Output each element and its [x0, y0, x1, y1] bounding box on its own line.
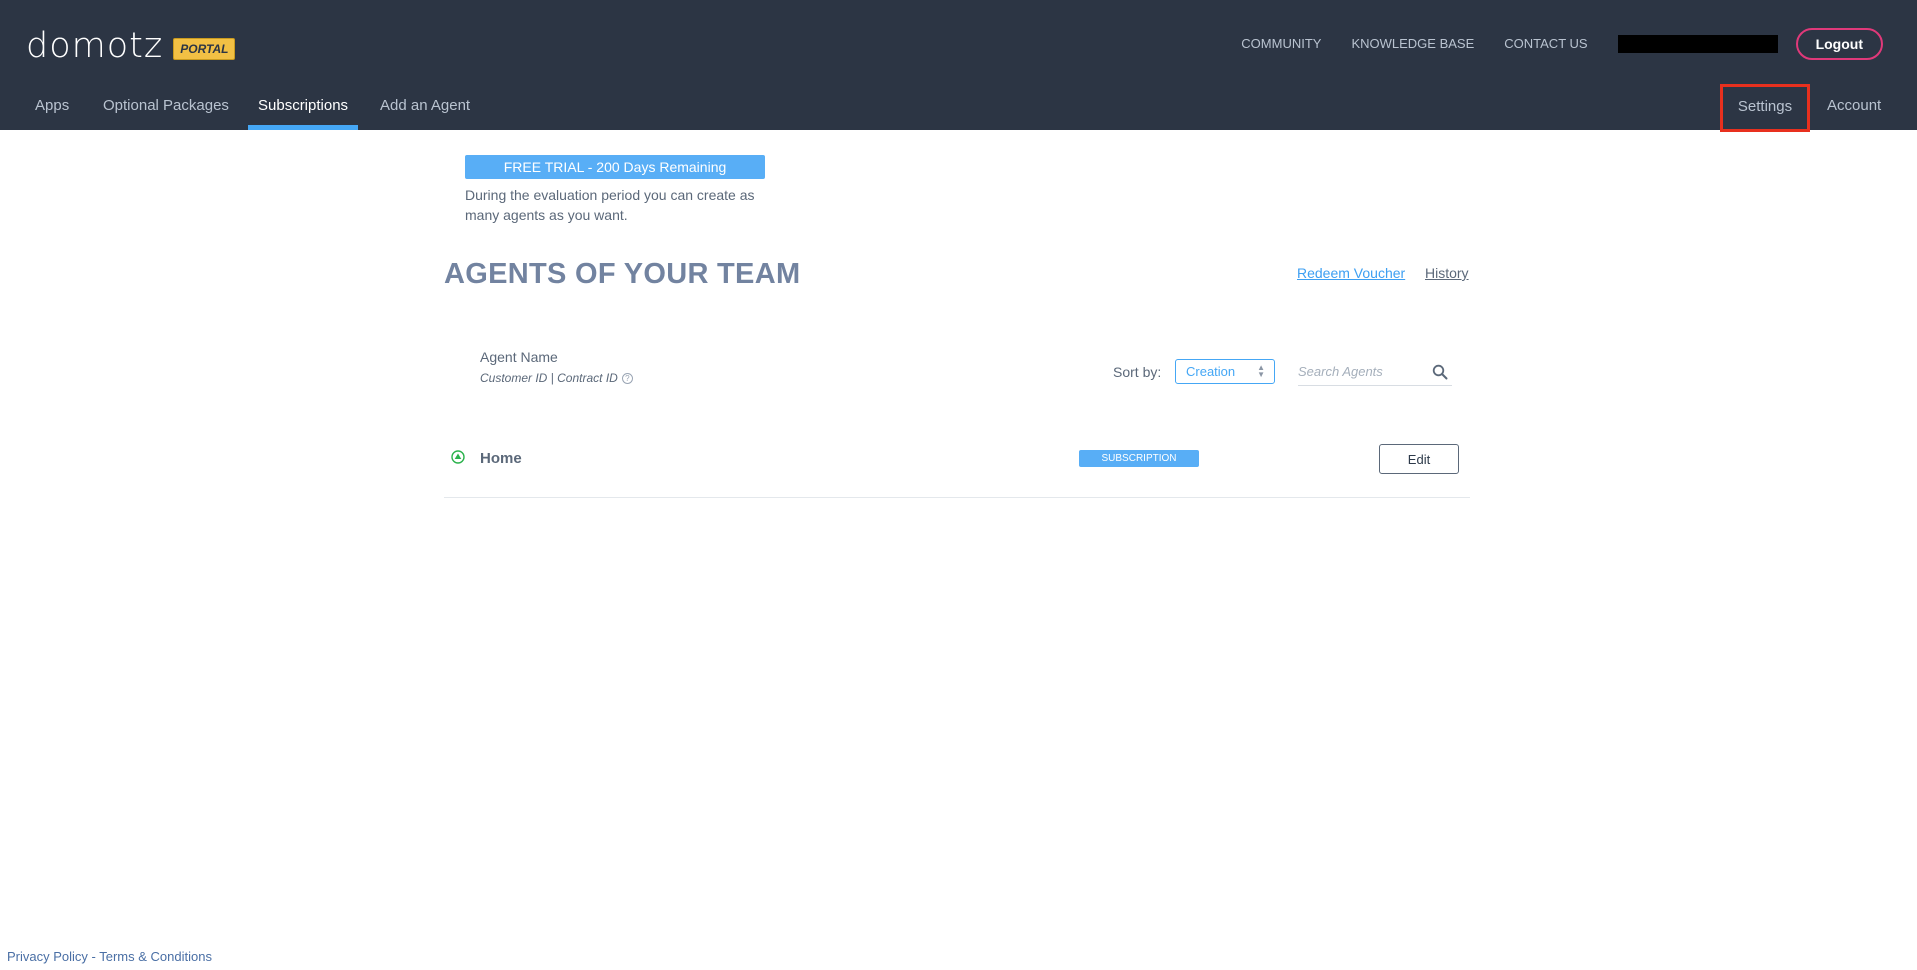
footer: Privacy Policy - Terms & Conditions — [7, 949, 212, 964]
nav-settings-highlight[interactable]: Settings — [1720, 84, 1810, 132]
agent-row[interactable]: Home SUBSCRIPTION Edit — [444, 430, 1470, 498]
nav-optional-packages[interactable]: Optional Packages — [103, 88, 229, 130]
select-arrows-icon: ▲ ▼ — [1257, 363, 1265, 379]
privacy-policy-link[interactable]: Privacy Policy — [7, 949, 88, 964]
ids-header-label: Customer ID | Contract ID — [480, 371, 618, 385]
contact-us-link[interactable]: CONTACT US — [1504, 32, 1587, 56]
search-field — [1298, 358, 1452, 386]
nav-settings[interactable]: Settings — [1723, 87, 1807, 127]
community-link[interactable]: COMMUNITY — [1241, 32, 1321, 56]
agent-name[interactable]: Home — [480, 450, 522, 467]
sort-select[interactable]: Creation ▲ ▼ — [1175, 359, 1275, 384]
history-link[interactable]: History — [1425, 265, 1469, 281]
help-icon[interactable]: ? — [621, 372, 633, 384]
nav-subscriptions[interactable]: Subscriptions — [248, 88, 359, 130]
logout-button[interactable]: Logout — [1795, 28, 1883, 60]
nav-add-agent[interactable]: Add an Agent — [380, 88, 470, 130]
domotz-logo[interactable]: domotz PORTAL — [26, 26, 236, 66]
agent-name-header: Agent Name — [480, 349, 558, 365]
search-icon[interactable] — [1432, 364, 1448, 380]
ids-header: Customer ID | Contract ID ? — [480, 371, 633, 385]
redeem-voucher-link[interactable]: Redeem Voucher — [1297, 265, 1405, 281]
main-nav: Apps Optional Packages Subscriptions Add… — [0, 84, 1917, 132]
sort-select-value: Creation — [1186, 364, 1236, 379]
top-header: domotz PORTAL COMMUNITY KNOWLEDGE BASE C… — [0, 0, 1917, 132]
page-title: AGENTS OF YOUR TEAM — [444, 258, 801, 290]
online-status-icon — [451, 450, 465, 464]
nav-account[interactable]: Account — [1827, 88, 1881, 130]
trial-description: During the evaluation period you can cre… — [465, 187, 755, 223]
free-trial-badge: FREE TRIAL - 200 Days Remaining — [465, 155, 765, 179]
redacted-user-info — [1617, 35, 1778, 53]
portal-badge: PORTAL — [173, 38, 236, 60]
search-input[interactable] — [1298, 358, 1423, 384]
edit-agent-button[interactable]: Edit — [1379, 444, 1459, 474]
sort-label: Sort by: — [1113, 364, 1162, 380]
subscription-badge: SUBSCRIPTION — [1079, 450, 1199, 467]
footer-separator: - — [87, 949, 100, 964]
nav-apps[interactable]: Apps — [35, 88, 69, 130]
agent-column-header: Agent Name Customer ID | Contract ID ? — [480, 349, 633, 385]
logo-text: domotz — [26, 26, 164, 66]
terms-link[interactable]: Terms & Conditions — [99, 949, 212, 964]
top-links: COMMUNITY KNOWLEDGE BASE CONTACT US Logo… — [1241, 28, 1883, 60]
knowledge-base-link[interactable]: KNOWLEDGE BASE — [1351, 32, 1474, 56]
